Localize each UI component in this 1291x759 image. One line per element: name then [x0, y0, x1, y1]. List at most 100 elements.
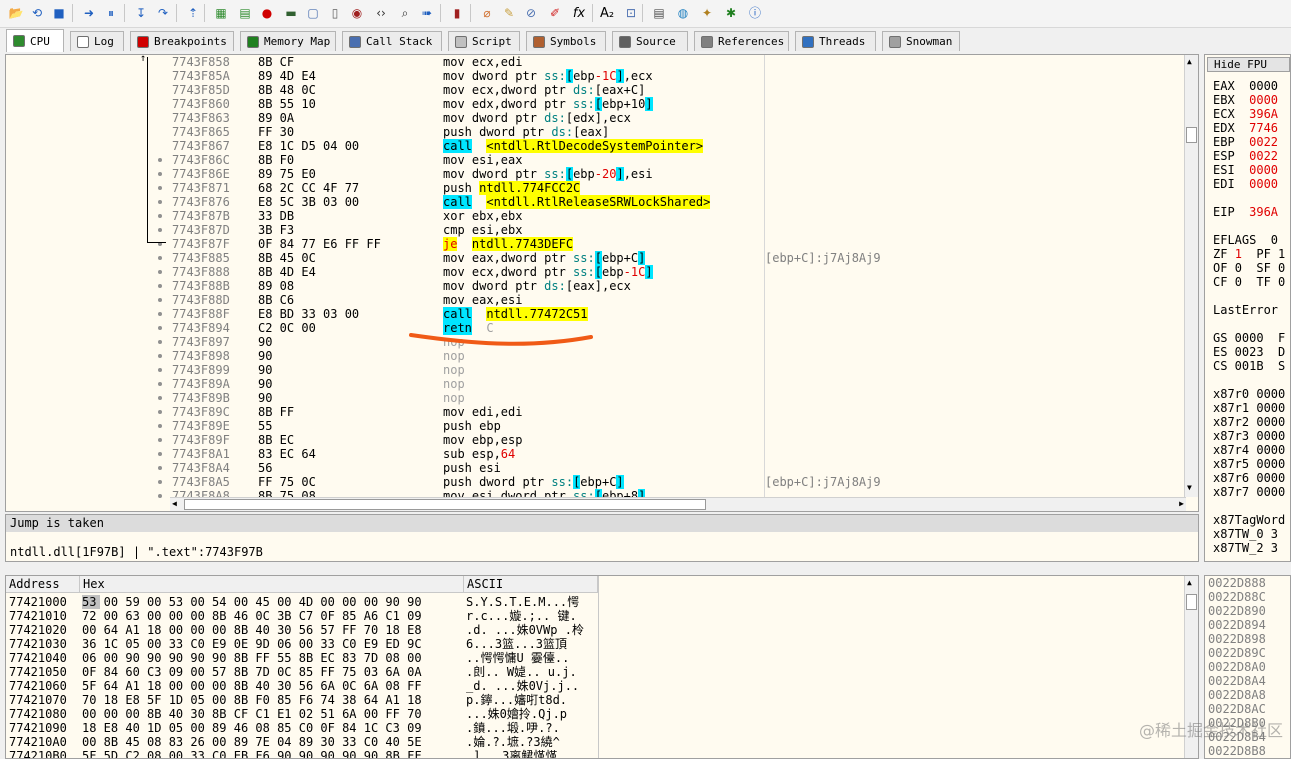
dump-row[interactable]: 77421070 70 18 E8 5F 1D 05 00 8B F0 85 F6… [6, 693, 1186, 707]
breakpoint-dot[interactable] [158, 172, 162, 176]
run-icon[interactable]: ➜ [80, 4, 98, 22]
disasm-row[interactable]: 7743F871 68 2C CC 4F 77 push ntdll.774FCC2… [6, 181, 1186, 195]
stack-address[interactable]: 0022D898 [1208, 632, 1266, 646]
dump-header-hex[interactable]: Hex [80, 576, 464, 593]
disasm-row[interactable]: 7743F88D 8B C6 mov eax,esi [6, 293, 1186, 307]
open-icon[interactable]: 📂 [7, 4, 25, 22]
dump-header-ascii[interactable]: ASCII [464, 576, 598, 593]
step-into-icon[interactable]: ↧ [132, 4, 150, 22]
disasm-row[interactable]: 7743F8A1 83 EC 64 sub esp,64 [6, 447, 1186, 461]
bookmark-icon[interactable]: ⌀ [478, 4, 496, 22]
disasm-row[interactable]: 7743F863 89 0A mov dword ptr ds:[edx],ecx [6, 111, 1186, 125]
breakpoint-dot[interactable] [158, 466, 162, 470]
register-line[interactable]: x87r4 0000 [1213, 443, 1285, 457]
breakpoint-dot[interactable] [158, 424, 162, 428]
dump-row[interactable]: 77421010 72 00 63 00 00 00 8B 46 0C 3B C7… [6, 609, 1186, 623]
scrollbar-thumb[interactable] [1186, 594, 1197, 610]
breakpoint-dot[interactable] [158, 256, 162, 260]
stack-address[interactable]: 0022D8A8 [1208, 688, 1266, 702]
breakpoint-dot[interactable] [158, 494, 162, 498]
register-line[interactable]: EBP 0022 [1213, 135, 1278, 149]
disasm-row[interactable]: 7743F86C 8B F0 mov esi,eax [6, 153, 1186, 167]
register-line[interactable]: ZF 1 PF 1 [1213, 247, 1285, 261]
dump-row[interactable]: 774210B0 5F 5D C2 08 00 33 C0 EB F6 90 90… [6, 749, 1186, 758]
disasm-row[interactable]: 7743F89A 90 nop [6, 377, 1186, 391]
tab-log[interactable]: Log [70, 31, 124, 51]
stack-address[interactable]: 0022D890 [1208, 604, 1266, 618]
dump-row[interactable]: 77421080 00 00 00 8B 40 30 8B CF C1 E1 02… [6, 707, 1186, 721]
disasm-row[interactable]: 7743F8A4 56 push esi [6, 461, 1186, 475]
about-icon[interactable]: ⓘ [746, 4, 764, 22]
scroll-down-icon[interactable]: ▼ [1187, 483, 1192, 492]
register-line[interactable]: EFLAGS 0 [1213, 233, 1278, 247]
disassembly-view[interactable]: 7743F858 8B CF mov ecx,edi 7743F85A 89 4D E4… [5, 54, 1199, 512]
tab-script[interactable]: Script [448, 31, 520, 51]
tab-memory-map[interactable]: Memory Map [240, 31, 336, 51]
breakpoint-dot[interactable] [158, 312, 162, 316]
register-line[interactable]: x87TW_0 3 [1213, 527, 1278, 541]
register-line[interactable]: EAX 0000 [1213, 79, 1278, 93]
tab-references[interactable]: References [694, 31, 789, 51]
register-line[interactable]: LastError [1213, 303, 1278, 317]
stack-address[interactable]: 0022D89C [1208, 646, 1266, 660]
comment-icon[interactable]: ✎ [500, 4, 518, 22]
disasm-row[interactable]: 7743F89B 90 nop [6, 391, 1186, 405]
register-line[interactable]: ESP 0022 [1213, 149, 1278, 163]
hide-fpu-button[interactable]: Hide FPU [1207, 57, 1290, 72]
disasm-row[interactable]: 7743F867 E8 1C D5 04 00 call <ntdll.RtlDec… [6, 139, 1186, 153]
breakpoint-dot[interactable] [158, 382, 162, 386]
disasm-row[interactable]: 7743F87D 3B F3 cmp esi,ebx [6, 223, 1186, 237]
disasm-row[interactable]: 7743F88F E8 BD 33 03 00 call ntdll.77472C5… [6, 307, 1186, 321]
disasm-row[interactable]: 7743F885 8B 45 0C mov eax,dword ptr ss:[eb… [6, 251, 1186, 265]
disasm-row[interactable]: 7743F888 8B 4D E4 mov ecx,dword ptr ss:[eb… [6, 265, 1186, 279]
disasm-row[interactable]: 7743F865 FF 30 push dword ptr ds:[eax] [6, 125, 1186, 139]
font-icon[interactable]: A₂ [598, 4, 616, 22]
breakpoint-dot[interactable] [158, 326, 162, 330]
execute-till-return-icon[interactable]: ⇡ [184, 4, 202, 22]
disasm-row[interactable]: 7743F85A 89 4D E4 mov dword ptr ss:[ebp-1C… [6, 69, 1186, 83]
memory-dump-view[interactable]: Address Hex ASCII 77421000 53 00 59 00 53… [5, 575, 1199, 759]
patch-icon[interactable]: ▬ [282, 4, 300, 22]
registers-panel[interactable]: Hide FPU EAX 0000 EBX 0000 ECX 396A EDX 774… [1204, 54, 1291, 562]
register-line[interactable]: CS 001B S [1213, 359, 1285, 373]
favorites-icon[interactable]: ⊡ [622, 4, 640, 22]
breakpoint-dot[interactable] [158, 368, 162, 372]
breakpoint-dot[interactable] [158, 298, 162, 302]
breakpoint-dot[interactable] [158, 354, 162, 358]
disasm-row[interactable]: 7743F89C 8B FF mov edi,edi [6, 405, 1186, 419]
register-line[interactable]: x87r2 0000 [1213, 415, 1285, 429]
stack-address[interactable]: 0022D888 [1208, 576, 1266, 590]
scroll-right-icon[interactable]: ▶ [1179, 499, 1184, 508]
function-icon[interactable]: fx [570, 4, 588, 22]
breakpoint-icon[interactable]: ● [258, 4, 276, 22]
disassembly-vertical-scrollbar[interactable]: ▲ ▼ [1184, 55, 1198, 497]
log-icon[interactable]: ▤ [650, 4, 668, 22]
tab-call-stack[interactable]: Call Stack [342, 31, 442, 51]
register-line[interactable]: x87r3 0000 [1213, 429, 1285, 443]
breakpoint-dot[interactable] [158, 396, 162, 400]
stack-address[interactable]: 0022D88C [1208, 590, 1266, 604]
step-over-icon[interactable]: ↷ [154, 4, 172, 22]
scroll-up-icon[interactable]: ▲ [1187, 57, 1192, 66]
tab-threads[interactable]: Threads [795, 31, 876, 51]
disasm-row[interactable]: 7743F85D 8B 48 0C mov ecx,dword ptr ds:[ea… [6, 83, 1186, 97]
stack-address[interactable]: 0022D8A4 [1208, 674, 1266, 688]
dump-header-address[interactable]: Address [6, 576, 80, 593]
dump-row[interactable]: 77421030 36 1C 05 00 33 C0 E9 0E 9D 06 00… [6, 637, 1186, 651]
dump-row[interactable]: 774210A0 00 8B 45 08 83 26 00 89 7E 04 89… [6, 735, 1186, 749]
dump-row[interactable]: 77421090 18 E8 40 1D 05 00 89 46 08 85 C0… [6, 721, 1186, 735]
breakpoint-dot[interactable] [158, 452, 162, 456]
register-line[interactable]: x87TW_2 3 [1213, 541, 1278, 555]
breakpoint-dot[interactable] [158, 410, 162, 414]
register-line[interactable]: OF 0 SF 0 [1213, 261, 1285, 275]
breakpoint-dot[interactable] [158, 186, 162, 190]
register-line[interactable]: CF 0 TF 0 [1213, 275, 1285, 289]
code-icon[interactable]: ‹› [372, 4, 390, 22]
struct-icon[interactable]: ▢ [304, 4, 322, 22]
scrollbar-thumb[interactable] [1186, 127, 1197, 143]
breakpoint-dot[interactable] [158, 438, 162, 442]
close-icon[interactable]: ■ [50, 4, 68, 22]
pause-icon[interactable]: ⏸ [102, 4, 120, 22]
register-line[interactable]: x87r6 0000 [1213, 471, 1285, 485]
disasm-row[interactable]: 7743F86E 89 75 E0 mov dword ptr ss:[ebp-20… [6, 167, 1186, 181]
